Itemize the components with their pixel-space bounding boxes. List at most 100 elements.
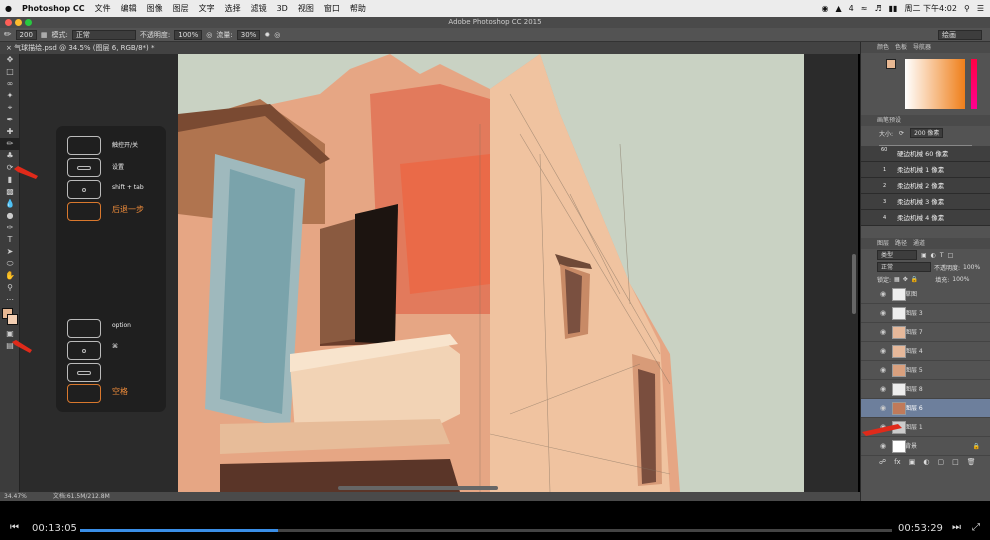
wifi-icon[interactable]: ≈ <box>861 4 868 13</box>
add-mask-icon[interactable]: ▣ <box>909 458 916 466</box>
fill-input[interactable]: 100% <box>952 276 969 283</box>
brush-preset-item[interactable]: 3 柔边机械 3 像素 <box>861 194 990 210</box>
tab-color[interactable]: 颜色 <box>877 42 889 53</box>
healing-brush-tool-icon[interactable]: ✚ <box>0 126 20 138</box>
brush-size-picker[interactable]: 200 <box>15 29 37 40</box>
record-icon[interactable]: ◉ <box>822 4 829 13</box>
quick-select-tool-icon[interactable]: ✦ <box>0 90 20 102</box>
progress-track[interactable] <box>80 529 892 532</box>
new-layer-icon[interactable]: □ <box>952 458 959 466</box>
fast-forward-icon[interactable]: ⏭ <box>952 522 961 533</box>
document-tab[interactable]: 气球描绘.psd @ 34.5% (图层 6, RGB/8*) * <box>14 44 154 52</box>
quick-mask-icon[interactable]: ▣ <box>0 328 20 340</box>
crop-tool-icon[interactable]: ⌖ <box>0 102 20 114</box>
shortcut-key-shift-tab[interactable] <box>67 180 101 199</box>
filter-shape-icon[interactable]: □ <box>948 252 954 259</box>
zoom-window-button[interactable] <box>25 19 32 26</box>
layer-row[interactable]: ◉ 图层 3 <box>861 304 990 323</box>
shortcut-key-blank[interactable] <box>67 363 101 382</box>
brush-preset-item[interactable]: 2 柔边机械 2 像素 <box>861 178 990 194</box>
marquee-tool-icon[interactable]: □ <box>0 66 20 78</box>
visibility-eye-icon[interactable]: ◉ <box>880 342 886 361</box>
visibility-eye-icon[interactable]: ◉ <box>880 399 886 418</box>
close-tab-icon[interactable]: × <box>6 44 12 52</box>
eyedropper-tool-icon[interactable]: ✒ <box>0 114 20 126</box>
shortcut-key-space[interactable] <box>67 384 101 403</box>
new-group-icon[interactable]: ▢ <box>937 458 944 466</box>
fx-icon[interactable]: fx <box>894 458 901 466</box>
layer-row[interactable]: ◉ 图层 4 <box>861 342 990 361</box>
color-panel-foreground[interactable] <box>886 59 896 69</box>
workspace-dropdown[interactable]: 绘画 <box>938 29 982 40</box>
filter-type-icon[interactable]: T <box>940 252 944 259</box>
document-size[interactable]: 文档:61.5M/212.8M <box>53 493 110 500</box>
clone-stamp-tool-icon[interactable]: ♣ <box>0 150 20 162</box>
lock-pixels-icon[interactable]: ▦ <box>894 276 900 283</box>
menu-layer[interactable]: 图层 <box>168 3 194 14</box>
apple-icon[interactable]: ● <box>0 4 17 13</box>
vertical-scrollbar[interactable] <box>852 254 856 314</box>
reset-size-icon[interactable]: ⟳ <box>899 130 904 137</box>
menu-select[interactable]: 选择 <box>220 3 246 14</box>
airbrush-icon[interactable]: ✹ <box>264 31 270 39</box>
clock[interactable]: 周二 下午4:02 <box>904 3 957 14</box>
shortcut-key-command[interactable] <box>67 341 101 360</box>
blur-tool-icon[interactable]: 💧 <box>0 198 20 210</box>
menu-file[interactable]: 文件 <box>90 3 116 14</box>
pen-tool-icon[interactable]: ✑ <box>0 222 20 234</box>
opacity-input[interactable]: 100% <box>174 29 203 40</box>
layer-opacity-input[interactable]: 100% <box>963 264 980 271</box>
layer-row-active[interactable]: ◉ 图层 6 <box>861 399 990 418</box>
menu-3d[interactable]: 3D <box>272 4 293 13</box>
edit-toolbar-icon[interactable]: ⋯ <box>0 294 20 306</box>
pressure-size-icon[interactable]: ◎ <box>274 31 280 39</box>
pressure-opacity-icon[interactable]: ◎ <box>206 31 212 39</box>
shortcut-key-touch[interactable] <box>67 136 101 155</box>
shortcut-key-option[interactable] <box>67 319 101 338</box>
menu-image[interactable]: 图像 <box>142 3 168 14</box>
brush-preset-item[interactable]: 60 硬边机械 60 像素 <box>861 146 990 162</box>
visibility-eye-icon[interactable]: ◉ <box>880 361 886 380</box>
type-tool-icon[interactable]: T <box>0 234 20 246</box>
brush-panel-toggle-icon[interactable]: ▦ <box>41 31 48 39</box>
tab-layers[interactable]: 图层 <box>877 238 889 249</box>
blend-mode-dropdown[interactable]: 正常 <box>877 262 931 272</box>
menu-view[interactable]: 视图 <box>293 3 319 14</box>
flow-input[interactable]: 30% <box>236 29 261 40</box>
zoom-level[interactable]: 34.47% <box>4 493 27 500</box>
background-color-swatch[interactable] <box>7 314 18 325</box>
hand-tool-icon[interactable]: ✋ <box>0 270 20 282</box>
layer-row[interactable]: ◉ 草图 <box>861 285 990 304</box>
rewind-icon[interactable]: ⏮ <box>10 522 19 533</box>
hue-slider[interactable] <box>971 59 977 109</box>
layer-row[interactable]: ◉ 背景 🔒 <box>861 437 990 456</box>
volume-icon[interactable]: ♬ <box>874 4 881 13</box>
brush-preset-item[interactable]: 4 柔边机械 4 像素 <box>861 210 990 226</box>
lock-all-icon[interactable]: 🔒 <box>911 276 918 283</box>
color-field[interactable] <box>905 59 965 109</box>
tab-channels[interactable]: 通道 <box>913 238 925 249</box>
notification-center-icon[interactable]: ☰ <box>977 4 984 13</box>
fullscreen-icon[interactable]: ⤢ <box>972 522 980 533</box>
visibility-eye-icon[interactable]: ◉ <box>880 437 886 456</box>
mode-dropdown[interactable]: 正常 <box>71 29 136 40</box>
visibility-eye-icon[interactable]: ◉ <box>880 380 886 399</box>
brush-size-input[interactable]: 200 像素 <box>910 128 944 138</box>
link-layers-icon[interactable]: ☍ <box>879 458 886 466</box>
dodge-tool-icon[interactable]: ● <box>0 210 20 222</box>
horizontal-scrollbar[interactable] <box>338 486 498 490</box>
lock-position-icon[interactable]: ✥ <box>903 276 908 283</box>
tab-swatches[interactable]: 色板 <box>895 42 907 53</box>
move-tool-icon[interactable]: ✥ <box>0 54 20 66</box>
gradient-tool-icon[interactable]: ▩ <box>0 186 20 198</box>
layer-row[interactable]: ◉ 图层 7 <box>861 323 990 342</box>
tab-brush-presets[interactable]: 画笔预设 <box>877 115 901 126</box>
menu-type[interactable]: 文字 <box>194 3 220 14</box>
spotlight-search-icon[interactable]: ⚲ <box>964 4 970 13</box>
filter-pixel-icon[interactable]: ▣ <box>921 252 927 259</box>
app-name-menu[interactable]: Photoshop CC <box>17 4 90 13</box>
tab-paths[interactable]: 路径 <box>895 238 907 249</box>
menu-window[interactable]: 窗口 <box>319 3 345 14</box>
status-icon[interactable]: ▲ <box>836 4 842 13</box>
zoom-tool-icon[interactable]: ⚲ <box>0 282 20 294</box>
